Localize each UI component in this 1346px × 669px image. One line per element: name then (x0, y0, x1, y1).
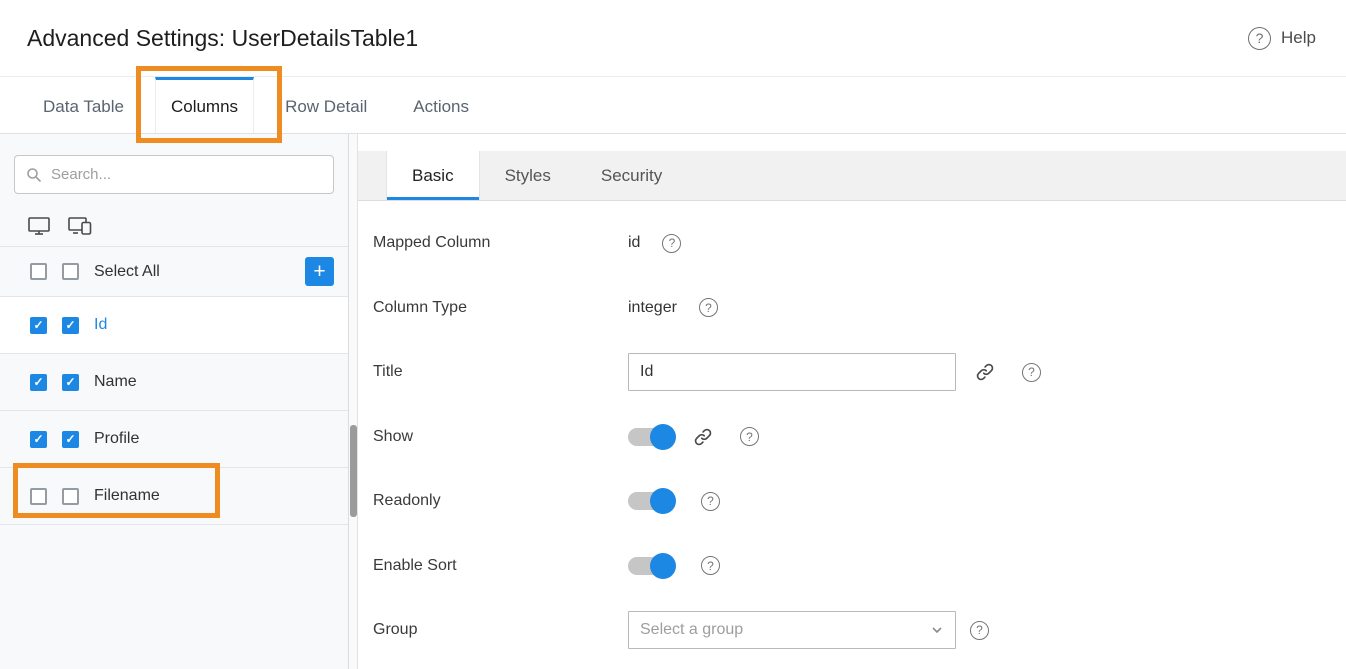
readonly-toggle[interactable] (628, 492, 674, 510)
help-button[interactable]: ? Help (1248, 27, 1316, 50)
tab-columns[interactable]: Columns (155, 77, 254, 133)
chevron-down-icon (930, 623, 944, 637)
enable-sort-help-icon[interactable]: ? (701, 556, 720, 575)
select-all-label: Select All (94, 263, 160, 281)
column-label: Filename (94, 487, 160, 505)
desktop-checkbox[interactable]: ✓ (30, 374, 47, 391)
show-help-icon[interactable]: ? (740, 427, 759, 446)
group-help-icon[interactable]: ? (970, 621, 989, 640)
tab-row-detail[interactable]: Row Detail (270, 77, 382, 133)
field-label: Mapped Column (373, 234, 628, 252)
field-label: Group (373, 621, 628, 639)
tab-styles[interactable]: Styles (480, 151, 576, 200)
header: Advanced Settings: UserDetailsTable1 ? H… (0, 0, 1346, 77)
field-row-show: Show ? (373, 405, 1346, 470)
title-help-icon[interactable]: ? (1022, 363, 1041, 382)
tab-data-table[interactable]: Data Table (28, 77, 139, 133)
field-row-group: Group Select a group ? (373, 598, 1346, 663)
show-toggle[interactable] (628, 428, 674, 446)
column-row-name[interactable]: ✓ ✓ Name (0, 354, 348, 411)
tab-actions[interactable]: Actions (398, 77, 484, 133)
mapped-column-value: id (628, 234, 640, 252)
page-title: Advanced Settings: UserDetailsTable1 (27, 25, 418, 52)
title-bind-link-icon[interactable] (975, 362, 995, 382)
select-all-mobile-checkbox[interactable]: ✓ (62, 263, 79, 280)
column-label: Profile (94, 430, 139, 448)
columns-sidebar: ✓ ✓ Select All + ✓ ✓ Id ✓ ✓ Name ✓ ✓ Pro… (0, 134, 348, 669)
select-all-row: ✓ ✓ Select All + (0, 247, 348, 297)
field-label: Show (373, 428, 628, 446)
mapped-column-help-icon[interactable]: ? (662, 234, 681, 253)
column-type-value: integer (628, 299, 677, 317)
field-row-readonly: Readonly ? (373, 469, 1346, 534)
desktop-checkbox[interactable]: ✓ (30, 317, 47, 334)
mobile-checkbox[interactable]: ✓ (62, 488, 79, 505)
field-row-mapped-column: Mapped Column id ? (373, 211, 1346, 276)
field-row-column-type: Column Type integer ? (373, 276, 1346, 341)
detail-tabs: Basic Styles Security (358, 151, 1346, 201)
group-select[interactable]: Select a group (628, 611, 956, 649)
show-bind-link-icon[interactable] (693, 427, 713, 447)
group-select-placeholder: Select a group (640, 621, 743, 639)
desktop-checkbox[interactable]: ✓ (30, 431, 47, 448)
field-row-enable-sort: Enable Sort ? (373, 534, 1346, 599)
content: ✓ ✓ Select All + ✓ ✓ Id ✓ ✓ Name ✓ ✓ Pro… (0, 134, 1346, 669)
readonly-help-icon[interactable]: ? (701, 492, 720, 511)
mobile-checkbox[interactable]: ✓ (62, 374, 79, 391)
desktop-icon[interactable] (28, 217, 50, 235)
column-label: Name (94, 373, 137, 391)
help-label: Help (1281, 28, 1316, 48)
enable-sort-toggle[interactable] (628, 557, 674, 575)
column-type-help-icon[interactable]: ? (699, 298, 718, 317)
search-input[interactable] (51, 166, 322, 183)
help-icon: ? (1248, 27, 1271, 50)
column-label: Id (94, 316, 107, 334)
scrollbar-thumb[interactable] (350, 425, 357, 517)
search-box[interactable] (14, 155, 334, 194)
tab-security[interactable]: Security (576, 151, 687, 200)
field-label: Enable Sort (373, 557, 628, 575)
field-row-title: Title ? (373, 340, 1346, 405)
tab-basic[interactable]: Basic (386, 151, 480, 200)
column-row-profile[interactable]: ✓ ✓ Profile (0, 411, 348, 468)
column-row-id[interactable]: ✓ ✓ Id (0, 297, 348, 354)
advanced-settings-dialog: Advanced Settings: UserDetailsTable1 ? H… (0, 0, 1346, 669)
search-icon (26, 167, 42, 183)
column-detail-panel: Basic Styles Security Mapped Column id ?… (357, 134, 1346, 669)
mobile-checkbox[interactable]: ✓ (62, 431, 79, 448)
field-label: Column Type (373, 299, 628, 317)
title-input[interactable] (628, 353, 956, 391)
desktop-checkbox[interactable]: ✓ (30, 488, 47, 505)
devices-icon[interactable] (68, 217, 92, 235)
view-mode-row (0, 206, 348, 247)
add-column-button[interactable]: + (305, 257, 334, 286)
select-all-desktop-checkbox[interactable]: ✓ (30, 263, 47, 280)
field-label: Readonly (373, 492, 628, 510)
basic-form: Mapped Column id ? Column Type integer ?… (358, 201, 1346, 663)
sidebar-scrollbar[interactable] (348, 134, 357, 669)
mobile-checkbox[interactable]: ✓ (62, 317, 79, 334)
main-tabs: Data Table Columns Row Detail Actions (0, 77, 1346, 134)
field-label: Title (373, 363, 628, 381)
column-row-filename[interactable]: ✓ ✓ Filename (0, 468, 348, 525)
